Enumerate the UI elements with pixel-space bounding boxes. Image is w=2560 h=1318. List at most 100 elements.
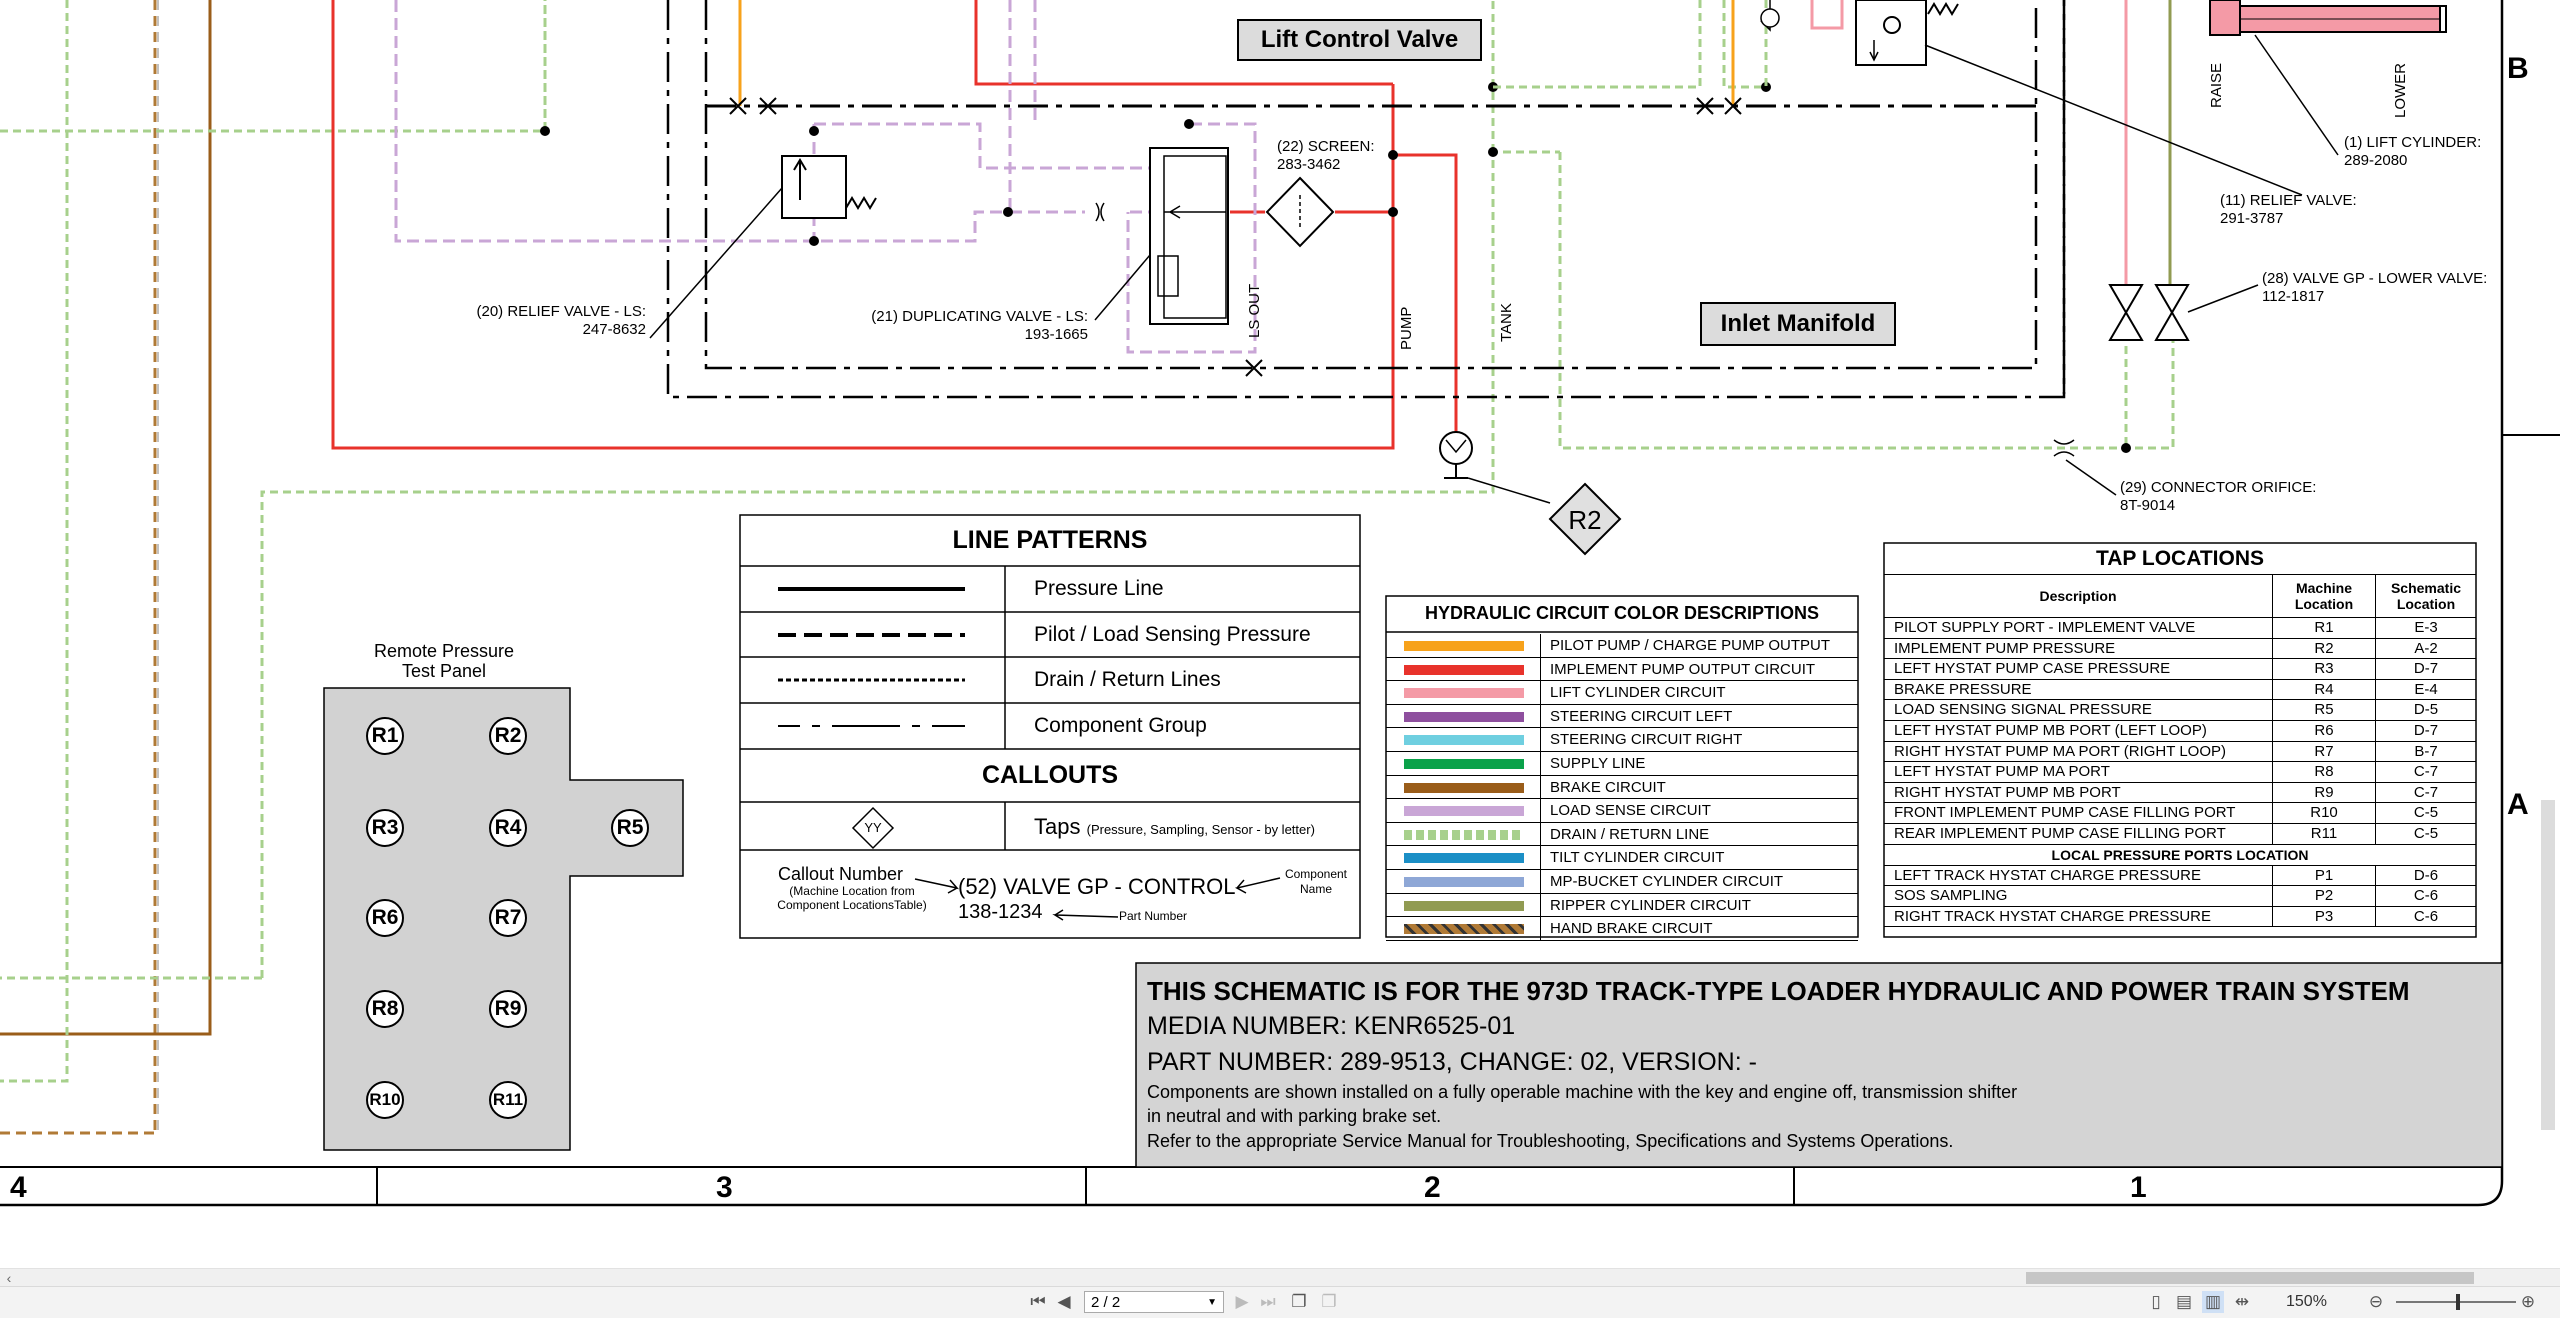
color-desc-label: STEERING CIRCUIT LEFT — [1550, 707, 1733, 725]
table-cell: E-4 — [2414, 680, 2438, 698]
tap-locations-header: Description Machine Location Schematic Loc… — [1884, 575, 2476, 618]
lower-valve-part: 112-1817 — [2262, 288, 2325, 305]
table-cell: R8 — [2273, 762, 2376, 782]
relief-valve-label: (11) RELIEF VALVE: 291-3787 — [2220, 192, 2357, 228]
connector-orifice-name: (29) CONNECTOR ORIFICE: — [2120, 479, 2317, 496]
tap-header-cell: Schematic Location — [2390, 580, 2462, 612]
divider — [1540, 799, 1541, 822]
lower-valve-label: (28) VALVE GP - LOWER VALVE: 112-1817 — [2262, 270, 2487, 306]
table-cell: PILOT SUPPLY PORT - IMPLEMENT VALVE — [1884, 618, 2273, 638]
table-cell: RIGHT TRACK HYSTAT CHARGE PRESSURE — [1884, 906, 2273, 927]
table-cell: R11 — [2273, 823, 2376, 844]
lift-control-valve-label: Lift Control Valve — [1237, 19, 1482, 61]
table-cell: C-6 — [2413, 907, 2439, 925]
table-row: LEFT HYSTAT PUMP CASE PRESSURE R3 D-7 — [1884, 659, 2476, 680]
tap-header-cell: Machine Location — [2273, 575, 2376, 617]
continuous-view-icon[interactable]: ▤ — [2174, 1291, 2194, 1313]
note-line-2: in neutral and with parking brake set. — [1147, 1106, 1442, 1126]
duplicating-valve-label: (21) DUPLICATING VALVE - LS: 193-1665 — [840, 308, 1088, 344]
color-swatch — [1404, 877, 1524, 887]
first-page-icon[interactable]: ⏮ — [1028, 1291, 1048, 1313]
zoom-level: 150% — [2286, 1293, 2327, 1310]
zoom-in-icon[interactable]: ⊕ — [2518, 1291, 2538, 1313]
divider — [1540, 657, 1541, 681]
lower-label: LOWER — [2392, 62, 2409, 118]
fit-width-icon[interactable]: ⇹ — [2232, 1291, 2252, 1313]
next-page-icon[interactable]: ▶ — [1232, 1291, 1252, 1313]
color-desc-label: LIFT CYLINDER CIRCUIT — [1550, 684, 1726, 702]
single-page-view-icon[interactable]: ▯ — [2146, 1291, 2166, 1313]
page-number-input[interactable]: 2 / 2 ▼ — [1084, 1291, 1224, 1313]
color-swatch — [1404, 853, 1524, 864]
zoom-out-icon[interactable]: ⊖ — [2366, 1291, 2386, 1313]
zone-4-label: 4 — [10, 1171, 27, 1204]
test-port-r1: R1 — [366, 717, 404, 755]
horizontal-scrollbar-thumb[interactable] — [2026, 1272, 2474, 1284]
table-cell: C-7 — [2413, 763, 2439, 781]
table-cell: IMPLEMENT PUMP PRESSURE — [1884, 638, 2273, 659]
table-cell: C-7 — [2413, 783, 2439, 801]
screen-label-name: (22) SCREEN: — [1277, 138, 1375, 155]
color-desc-title: HYDRAULIC CIRCUIT COLOR DESCRIPTIONS — [1424, 603, 1819, 623]
table-cell: R1 — [2273, 618, 2376, 638]
color-desc-label: IMPLEMENT PUMP OUTPUT CIRCUIT — [1550, 660, 1816, 678]
copy-page-icon[interactable]: ❐ — [1288, 1291, 1310, 1313]
table-cell: D-6 — [2413, 866, 2439, 884]
table-cell: P2 — [2273, 886, 2376, 906]
table-cell: BRAKE PRESSURE — [1884, 679, 2273, 700]
note-line-1: Components are shown installed on a full… — [1147, 1082, 2018, 1102]
callout-note: (Machine Location from Component Locatio… — [752, 884, 952, 912]
table-cell: R9 — [2273, 782, 2376, 803]
two-page-view-icon[interactable]: ▥ — [2202, 1291, 2224, 1313]
table-cell: C-6 — [2413, 887, 2439, 905]
tap-locations-body: PILOT SUPPLY PORT - IMPLEMENT VALVE R1 E-3… — [1884, 618, 2476, 845]
color-desc-row: IMPLEMENT PUMP OUTPUT CIRCUIT — [1386, 657, 1858, 682]
color-desc-row: STEERING CIRCUIT LEFT — [1386, 704, 1858, 729]
horizontal-scrollbar[interactable]: ‹ — [0, 1268, 2560, 1287]
zone-b-label: B — [2507, 52, 2529, 85]
tank-label: TANK — [1498, 303, 1515, 342]
table-cell: R3 — [2273, 659, 2376, 679]
color-desc-label: MP-BUCKET CYLINDER CIRCUIT — [1550, 873, 1784, 890]
color-swatch — [1404, 688, 1524, 699]
component-group-label: Component Group — [1034, 714, 1207, 737]
table-row: BRAKE PRESSURE R4 E-4 — [1884, 679, 2476, 701]
table-cell: FRONT IMPLEMENT PUMP CASE FILLING PORT — [1884, 803, 2273, 823]
table-row: FRONT IMPLEMENT PUMP CASE FILLING PORT R1… — [1884, 803, 2476, 824]
table-cell: REAR IMPLEMENT PUMP CASE FILLING PORT — [1884, 823, 2273, 844]
zoom-slider-handle[interactable] — [2456, 1294, 2460, 1310]
color-desc-row: TILT CYLINDER CIRCUIT — [1386, 846, 1858, 870]
table-cell: P1 — [2273, 865, 2376, 886]
lower-valve-name: (28) VALVE GP - LOWER VALVE: — [2262, 270, 2488, 287]
divider — [1540, 917, 1541, 940]
color-swatch — [1404, 829, 1524, 840]
last-page-icon[interactable]: ⏭ — [1258, 1291, 1278, 1313]
callout-number-label: Callout Number — [778, 864, 904, 884]
scroll-left-icon[interactable]: ‹ — [0, 1269, 18, 1287]
chevron-down-icon[interactable]: ▼ — [1207, 1292, 1217, 1314]
page-number-value: 2 / 2 — [1091, 1294, 1121, 1311]
color-swatch — [1404, 641, 1524, 651]
color-desc-row: HAND BRAKE CIRCUIT — [1386, 917, 1858, 941]
table-row: LEFT HYSTAT PUMP MA PORT R8 C-7 — [1884, 762, 2476, 783]
paste-page-icon[interactable]: ❐ — [1318, 1291, 1340, 1313]
color-desc-label: HAND BRAKE CIRCUIT — [1550, 920, 1713, 938]
taps-label: Taps — [1034, 814, 1081, 839]
table-cell: P3 — [2273, 906, 2376, 927]
lift-cylinder-label: (1) LIFT CYLINDER: 289-2080 — [2344, 134, 2481, 170]
table-cell: R6 — [2273, 720, 2376, 741]
table-cell: LOAD SENSING SIGNAL PRESSURE — [1884, 700, 2273, 720]
zone-a-label: A — [2507, 788, 2529, 821]
table-row: RIGHT HYSTAT PUMP MA PORT (RIGHT LOOP) R7… — [1884, 741, 2476, 763]
r2-tap-label: R2 — [1568, 505, 1602, 535]
table-row: PILOT SUPPLY PORT - IMPLEMENT VALVE R1 E-3 — [1884, 618, 2476, 639]
table-cell: R7 — [2273, 741, 2376, 762]
zone-2-label: 2 — [1424, 1171, 1441, 1204]
callout-note-line1: (Machine Location from — [789, 884, 915, 898]
test-port-r5: R5 — [611, 809, 649, 847]
vertical-scrollbar-thumb[interactable] — [2541, 800, 2555, 1130]
color-swatch — [1404, 900, 1524, 911]
prev-page-icon[interactable]: ◀ — [1054, 1291, 1074, 1313]
title-block: THIS SCHEMATIC IS FOR THE 973D TRACK-TYP… — [1147, 974, 2497, 1154]
component-name-note: Component Name — [1275, 867, 1357, 897]
